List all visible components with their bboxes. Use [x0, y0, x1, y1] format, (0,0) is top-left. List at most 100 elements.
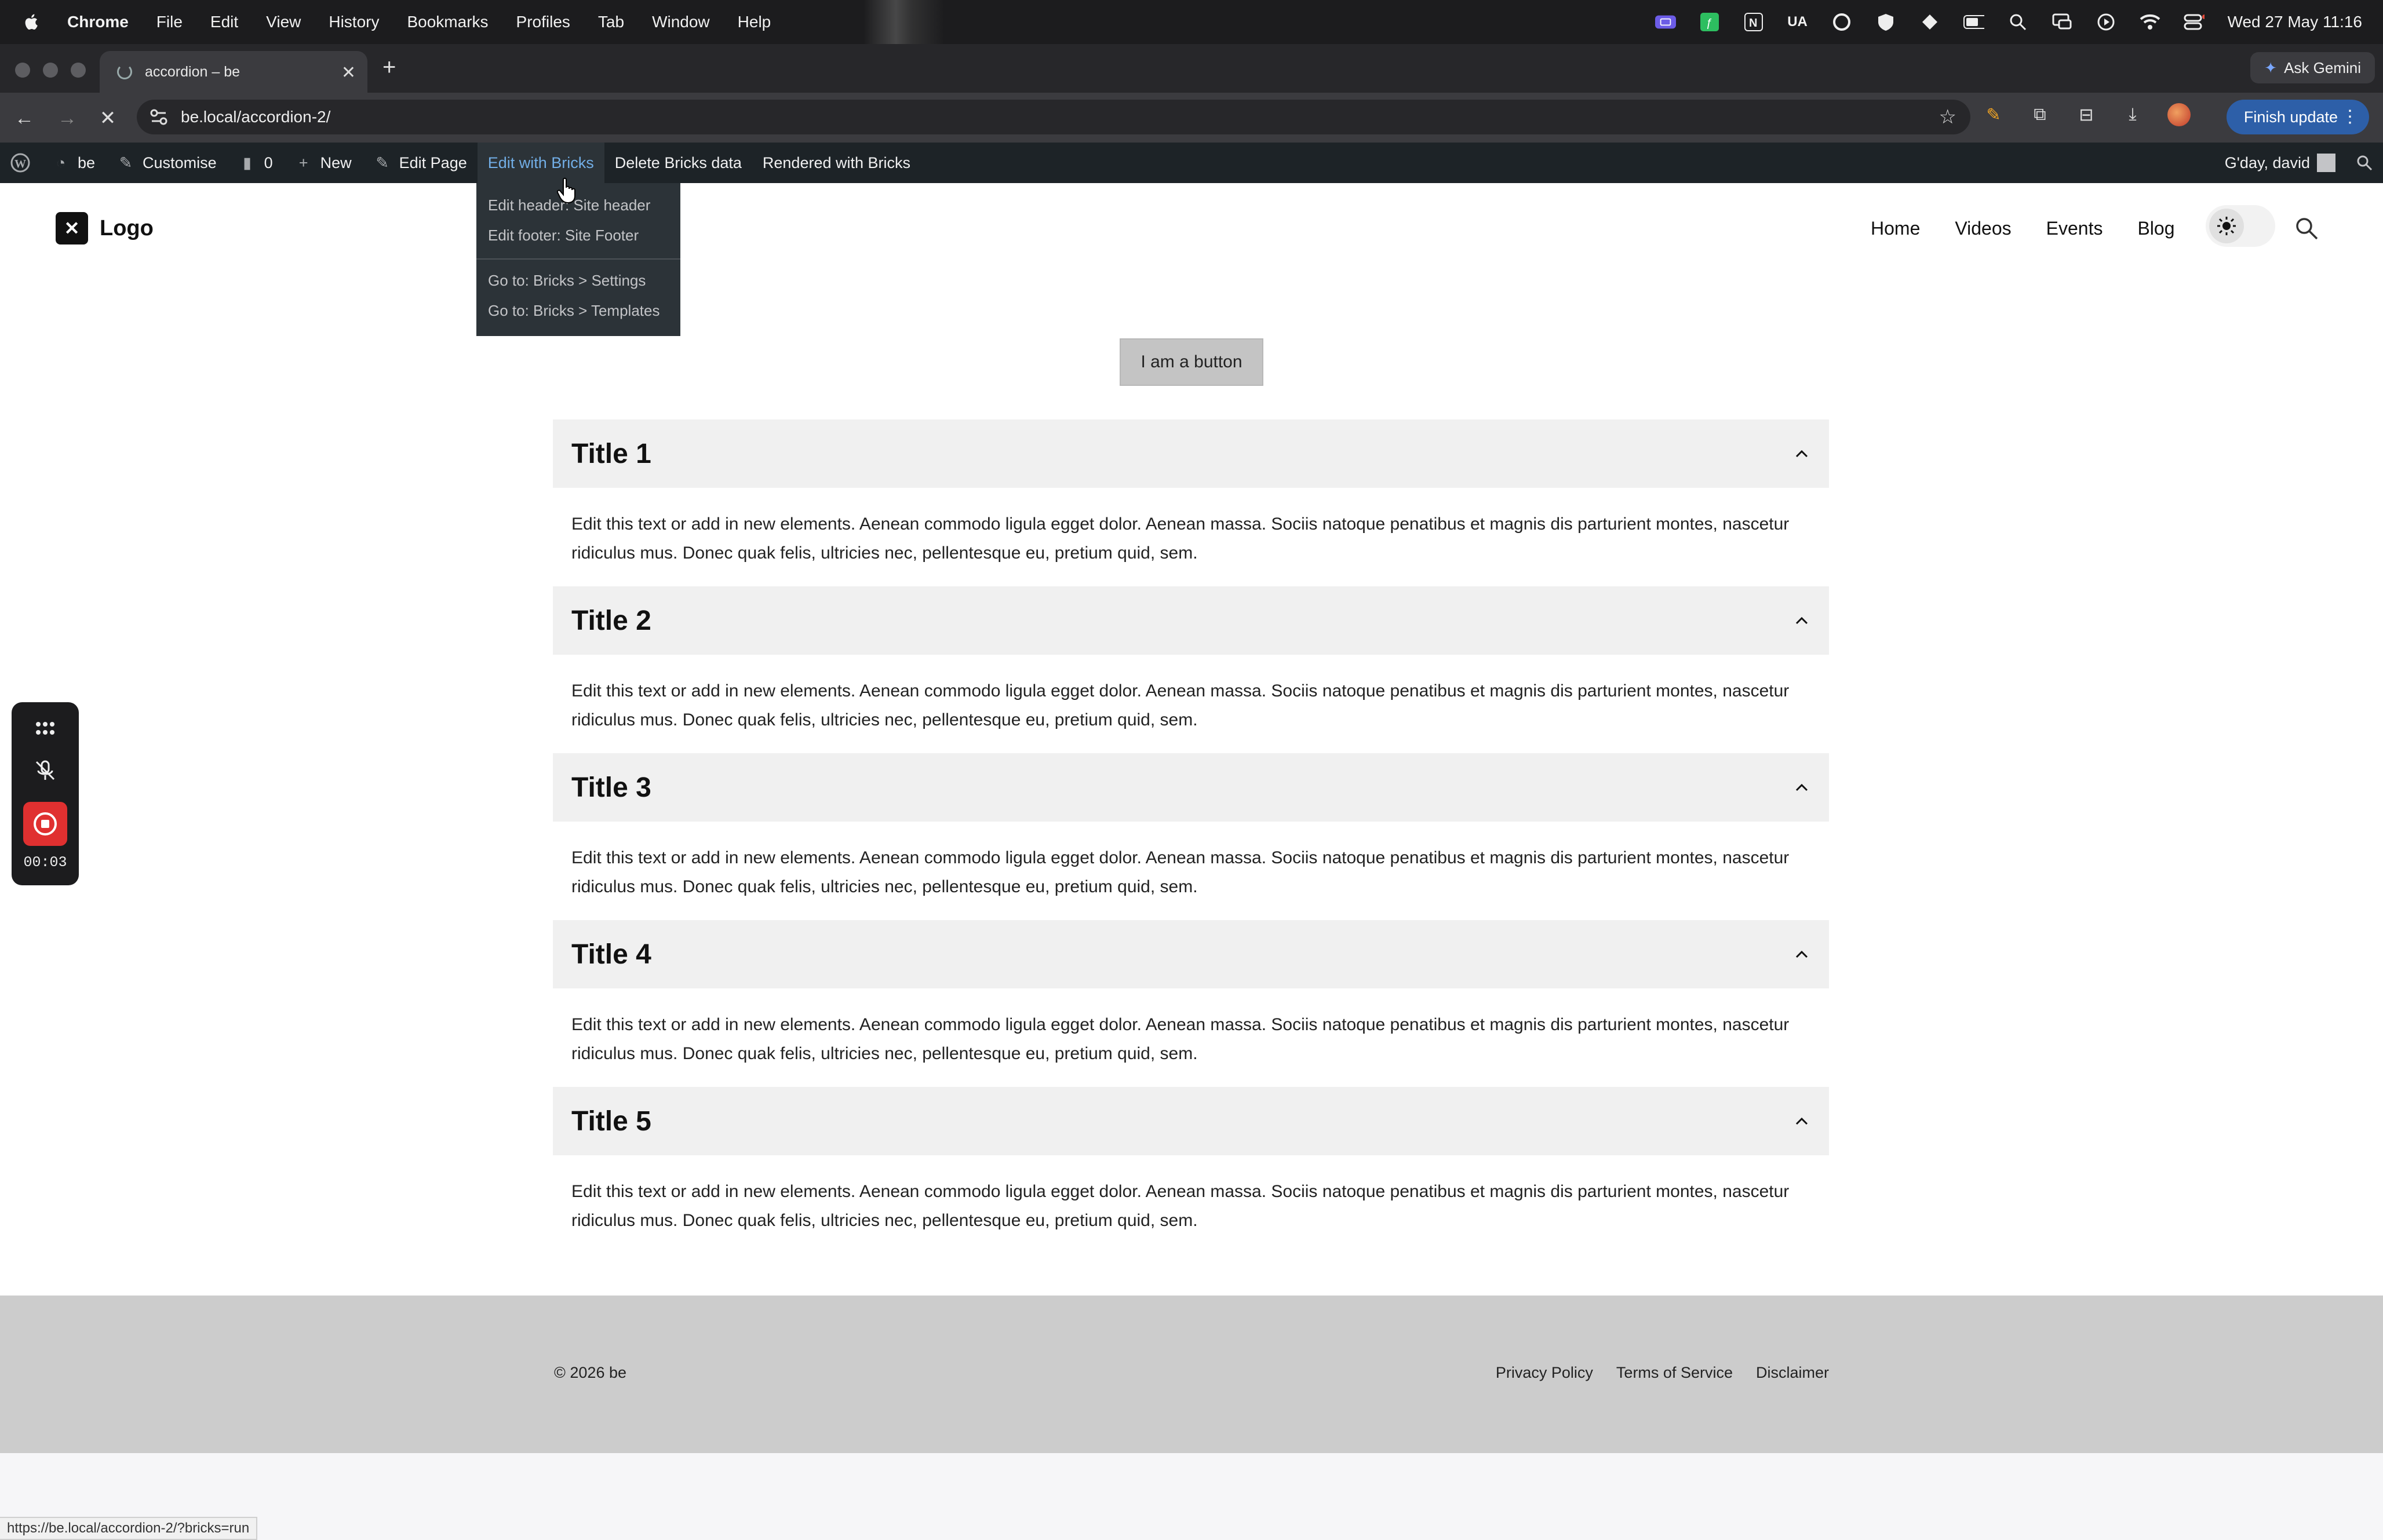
tab-title: accordion – be — [145, 63, 241, 80]
close-tab-icon[interactable]: ✕ — [341, 63, 356, 83]
accordion-text-line: ridiculus mus. Donec quak felis, ultrici… — [571, 543, 1198, 563]
footer-links: Privacy Policy Terms of Service Disclaim… — [1496, 1364, 1829, 1382]
accordion-text-line: Edit this text or add in new elements. A… — [571, 681, 1790, 700]
back-icon[interactable]: ← — [13, 107, 36, 130]
accordion-header[interactable]: Title 2 — [553, 586, 1829, 655]
keyboard-layout-indicator[interactable]: UA — [1787, 12, 1808, 32]
wp-greeting: G'day, david — [2224, 154, 2310, 171]
vpn-icon[interactable] — [1919, 12, 1940, 32]
tab-search-icon[interactable]: ⊟ — [2075, 103, 2098, 126]
mic-muted-icon[interactable] — [34, 759, 57, 782]
address-bar[interactable]: be.local/accordion-2/ ☆ — [137, 100, 1970, 134]
menu-edit[interactable]: Edit — [210, 13, 238, 31]
close-window-button[interactable] — [15, 63, 30, 78]
macos-menu-bar: Chrome File Edit View History Bookmarks … — [0, 0, 2383, 44]
svg-text:N: N — [1749, 17, 1757, 30]
accordion-text-line: Edit this text or add in new elements. A… — [571, 1182, 1790, 1201]
goto-templates-item[interactable]: Go to: Bricks > Templates — [476, 295, 680, 326]
link-status-bubble: https://be.local/accordion-2/?bricks=run — [0, 1517, 258, 1540]
wp-search-icon[interactable] — [2346, 143, 2383, 183]
minimize-window-button[interactable] — [43, 63, 58, 78]
accordion-header[interactable]: Title 5 — [553, 1087, 1829, 1155]
edit-footer-item[interactable]: Edit footer: Site Footer — [476, 220, 680, 250]
browser-tab-active[interactable]: accordion – be ✕ — [100, 51, 367, 93]
accordion-text-line: ridiculus mus. Donec quak felis, ultrici… — [571, 710, 1198, 729]
bookmark-star-icon[interactable]: ☆ — [1939, 105, 1956, 129]
notion-icon[interactable]: N — [1743, 12, 1764, 32]
clock[interactable]: Wed 27 May 11:16 — [2228, 13, 2362, 31]
accordion-text-line: ridiculus mus. Donec quak felis, ultrici… — [571, 1211, 1198, 1230]
footer-link-privacy[interactable]: Privacy Policy — [1496, 1364, 1593, 1382]
ask-gemini-button[interactable]: ✦ Ask Gemini — [2250, 52, 2375, 83]
site-search-icon[interactable] — [2294, 216, 2319, 241]
grid-dots-icon[interactable] — [34, 716, 57, 739]
gemini-sparkle-icon: ✦ — [2264, 59, 2278, 76]
wp-edit-page[interactable]: ✎ Edit Page — [362, 143, 478, 183]
stop-recording-button[interactable] — [23, 802, 67, 846]
grammarly-icon[interactable] — [1831, 12, 1852, 32]
menu-tab[interactable]: Tab — [598, 13, 624, 31]
screen-mirroring-icon[interactable] — [2052, 12, 2072, 32]
control-center-icon[interactable] — [2184, 12, 2205, 32]
menu-history[interactable]: History — [329, 13, 379, 31]
forward-icon[interactable]: → — [56, 107, 79, 130]
more-menu-icon[interactable]: ⋮ — [2341, 107, 2359, 127]
wp-new-content[interactable]: + New — [283, 143, 362, 183]
nav-videos[interactable]: Videos — [1955, 218, 2011, 239]
footer-link-terms[interactable]: Terms of Service — [1616, 1364, 1733, 1382]
wallpaper-shape — [863, 0, 945, 44]
wp-customise[interactable]: ✎ Customise — [105, 143, 227, 183]
spotlight-search-icon[interactable] — [2007, 12, 2028, 32]
wp-comments[interactable]: ▮ 0 — [227, 143, 283, 183]
menu-view[interactable]: View — [266, 13, 301, 31]
accordion-title: Title 5 — [571, 1105, 651, 1137]
bricks-dropdown-menu: Edit header: Site header Edit footer: Si… — [476, 183, 680, 336]
demo-button[interactable]: I am a button — [1120, 338, 1263, 386]
wp-my-account[interactable]: G'day, david — [2214, 143, 2346, 183]
profile-avatar[interactable] — [2167, 103, 2191, 126]
apple-icon[interactable] — [22, 12, 42, 32]
loading-spinner-icon — [117, 64, 132, 79]
wifi-icon[interactable] — [2140, 12, 2160, 32]
site-logo[interactable]: ✕ Logo — [56, 212, 154, 244]
site-info-icon[interactable] — [147, 105, 170, 129]
theme-toggle[interactable] — [2206, 205, 2275, 247]
shield-icon[interactable] — [1875, 12, 1896, 32]
pen-extension-icon[interactable]: ✎ — [1982, 103, 2005, 126]
finish-update-button[interactable]: Finish update ⋮ — [2226, 100, 2369, 134]
downloads-icon[interactable]: ⤓ — [2121, 103, 2144, 126]
nav-events[interactable]: Events — [2046, 218, 2103, 239]
nav-home[interactable]: Home — [1871, 218, 1920, 239]
window-controls — [15, 63, 86, 78]
screen-share-icon[interactable] — [1655, 12, 1676, 32]
menu-help[interactable]: Help — [738, 13, 771, 31]
finish-update-label: Finish update — [2243, 108, 2338, 126]
wp-logo-menu[interactable]: W — [0, 143, 41, 183]
nav-blog[interactable]: Blog — [2137, 218, 2174, 239]
extensions-puzzle-icon[interactable]: ⧉ — [2028, 103, 2052, 126]
wp-rendered-with-bricks[interactable]: Rendered with Bricks — [752, 143, 921, 183]
wp-edit-with-bricks[interactable]: Edit with Bricks — [477, 143, 604, 183]
accordion-header[interactable]: Title 3 — [553, 753, 1829, 822]
maximize-window-button[interactable] — [71, 63, 86, 78]
goto-settings-item[interactable]: Go to: Bricks > Settings — [476, 265, 680, 295]
user-avatar — [2317, 154, 2335, 172]
new-tab-icon[interactable]: + — [382, 54, 396, 81]
menu-app-name[interactable]: Chrome — [67, 13, 129, 31]
menu-file[interactable]: File — [156, 13, 183, 31]
pencil-icon: ✎ — [376, 154, 389, 171]
menu-profiles[interactable]: Profiles — [516, 13, 570, 31]
menu-bookmarks[interactable]: Bookmarks — [407, 13, 488, 31]
wp-delete-bricks-data[interactable]: Delete Bricks data — [604, 143, 752, 183]
stop-loading-icon[interactable]: ✕ — [96, 107, 119, 130]
accordion-item: Title 4 Edit this text or add in new ele… — [553, 920, 1829, 1080]
edit-header-item[interactable]: Edit header: Site header — [476, 190, 680, 220]
battery-icon[interactable] — [1963, 12, 1984, 32]
play-circle-icon[interactable] — [2096, 12, 2116, 32]
footer-link-disclaimer[interactable]: Disclaimer — [1756, 1364, 1829, 1382]
wp-site-name[interactable]: ◔ be — [41, 143, 105, 183]
accordion-header[interactable]: Title 1 — [553, 419, 1829, 488]
accordion-header[interactable]: Title 4 — [553, 920, 1829, 988]
menu-window[interactable]: Window — [652, 13, 710, 31]
evernote-icon[interactable]: ƒ — [1699, 12, 1720, 32]
